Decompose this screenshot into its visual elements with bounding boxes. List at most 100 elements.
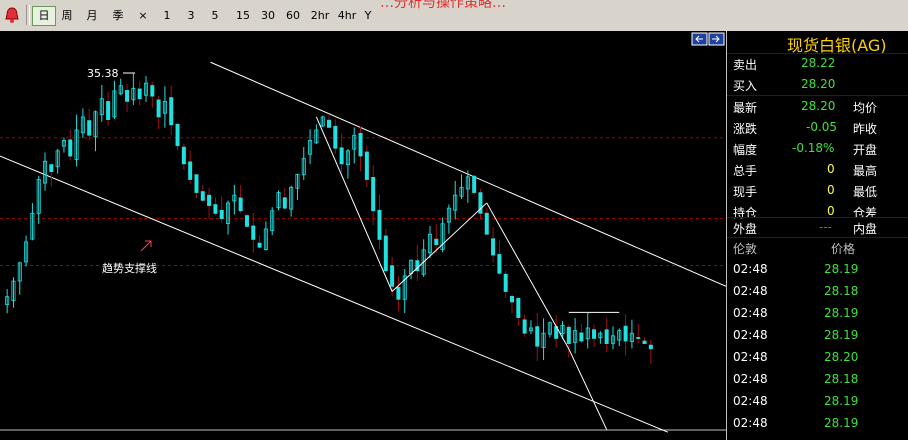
tick-time: 02:48 [733,372,768,386]
candle-body [150,85,155,97]
candle-body [326,119,331,128]
low-label: 最低 [853,185,878,199]
candle-body [604,329,609,345]
pattern-line [568,348,608,430]
annotation-arrow-icon [140,240,152,252]
candle-body [181,146,186,165]
period-button[interactable]: 30 [259,7,277,25]
period-button[interactable]: 4hr [336,7,358,25]
tick-price: 28.19 [824,416,859,430]
tick-time: 02:48 [733,262,768,276]
open-label: 开盘 [853,143,878,157]
headline-text: …分析与操作策略… [380,0,506,11]
candle-body [377,209,382,240]
candle-body [188,161,193,180]
avg-label: 均价 [853,101,878,115]
candle-body [106,101,111,120]
col-time-header: 伦敦 [733,242,758,256]
candle-body [169,97,174,126]
period-button[interactable]: 1 [160,7,174,25]
period-button[interactable]: 季 [106,7,130,25]
tick-time: 02:48 [733,394,768,408]
high-price-label: 35.38 [87,67,119,80]
current-value: 0 [827,183,835,197]
candle-body [156,99,161,118]
latest-value: 28.20 [801,99,836,113]
outer-value: --- [819,220,832,234]
candle-body [358,132,363,157]
period-button[interactable]: 日 [32,6,56,26]
sell-label: 卖出 [733,58,758,72]
diff-label: 仓差 [853,206,878,220]
trend-support-label: 趋势支撑线 [102,261,157,275]
buy-label: 买入 [733,79,758,93]
candle-body [282,197,287,209]
candle-body [219,209,224,219]
candle-body [68,139,73,157]
tick-price: 28.19 [824,306,859,320]
candle-body [137,88,142,100]
candle-body [364,151,369,180]
candle-body [339,147,344,165]
candle-body [207,194,212,206]
candle-body [383,235,388,272]
candle-body [238,197,243,212]
pattern-line [391,202,488,292]
tick-price: 28.19 [824,394,859,408]
period-button[interactable]: Y [362,7,374,25]
candle-body [49,164,54,173]
tick-price: 28.20 [824,350,859,364]
total-label: 总手 [733,164,758,178]
tick-time: 02:48 [733,350,768,364]
candle-body [251,225,256,240]
toolbar-separator [26,5,30,25]
candle-body [636,337,641,339]
candle-body [87,120,92,136]
lower-channel-line [0,155,669,433]
tick-price: 28.19 [824,328,859,342]
period-button[interactable]: × [136,7,150,25]
candle-body [491,238,496,256]
hold-label: 持仓 [733,206,758,220]
period-button[interactable]: 3 [184,7,198,25]
bell-icon[interactable] [3,6,21,24]
candle-body [244,215,249,227]
period-toolbar: …分析与操作策略… 日周月季 × 1 3 5 15 30 60 2hr 4hr Y [0,0,908,31]
prevclose-label: 昨收 [853,122,878,136]
candle-body [125,90,130,102]
outer-label: 外盘 [733,222,758,236]
candle-body [472,175,477,193]
high-label: 最高 [853,164,878,178]
tick-price: 28.18 [824,284,859,298]
inner-label: 内盘 [853,222,878,236]
buy-value: 28.20 [801,77,836,91]
change-label: 涨跌 [733,122,758,136]
candle-body [503,273,508,292]
candlestick-chart[interactable]: 35.38 趋势支撑线 [0,31,726,440]
quote-panel: 现货白银(AG) 卖出 28.22 买入 28.20 最新 28.20 均价 涨… [726,31,908,440]
candle-body [510,295,515,303]
period-button[interactable]: 2hr [309,7,331,25]
candle-body [257,242,262,248]
tick-time: 02:48 [733,416,768,430]
period-button[interactable]: 15 [234,7,252,25]
pct-label: 幅度 [733,143,758,157]
candle-body [579,332,584,342]
period-button[interactable]: 周 [57,7,77,25]
candle-body [213,204,218,214]
period-button[interactable]: 月 [82,7,102,25]
candle-body [592,329,597,339]
candle-body [333,125,338,149]
change-value: -0.05 [806,120,838,134]
candle-body [175,123,180,147]
chart-nav-buttons [691,32,725,46]
candle-body [194,174,199,193]
hold-value: 0 [827,204,835,218]
candle-body [371,176,376,212]
tick-price: 28.18 [824,372,859,386]
tick-price: 28.19 [824,262,859,276]
candle-body [516,297,521,318]
period-button[interactable]: 60 [284,7,302,25]
candle-body [396,287,401,300]
period-button[interactable]: 5 [208,7,222,25]
